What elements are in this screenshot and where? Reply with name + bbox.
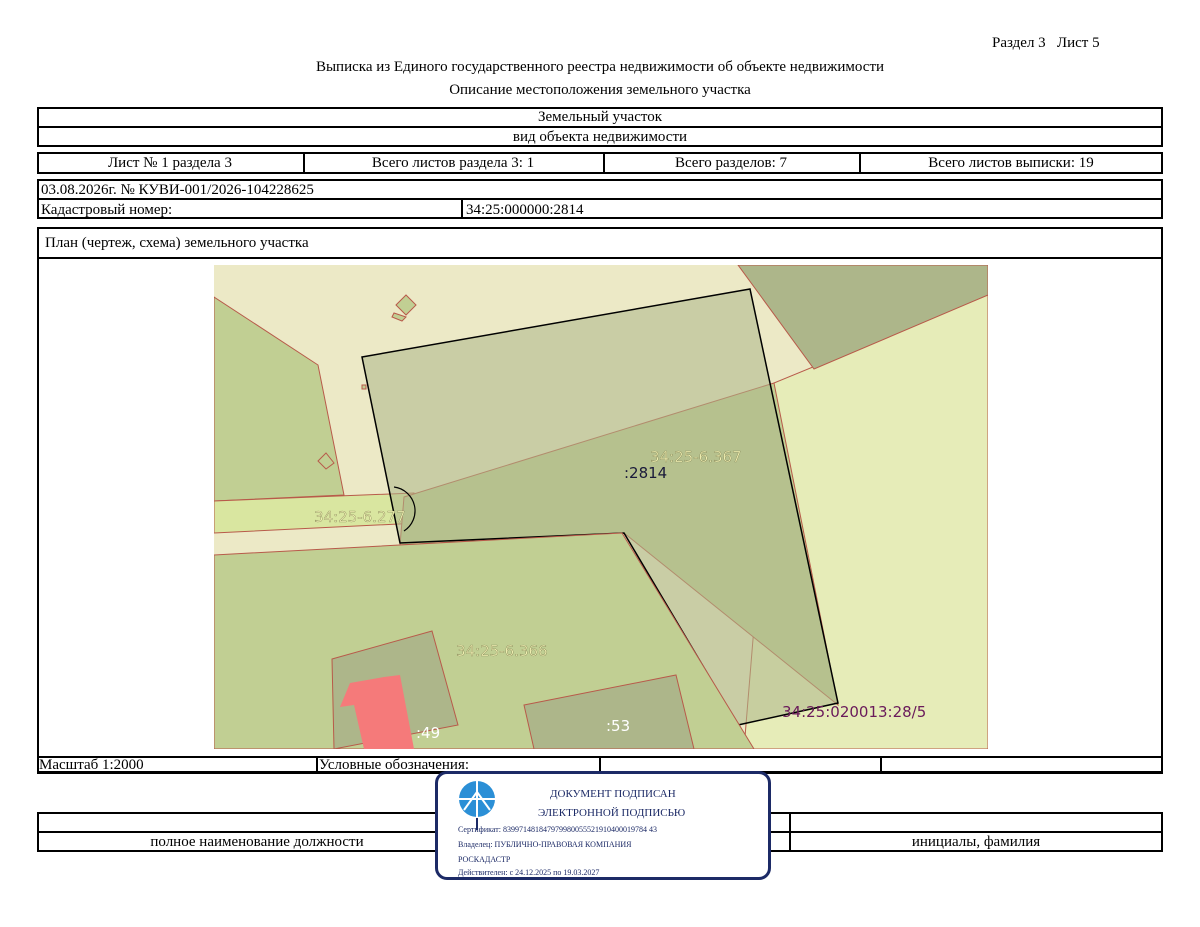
object-type-caption: вид объекта недвижимости: [512, 129, 688, 145]
roscadastr-logo-icon: [458, 780, 496, 818]
total-sections: Всего разделов: 7: [674, 155, 788, 171]
label-parcel-49: :49: [416, 724, 440, 742]
stamp-owner-2: РОСКАДАСТР: [458, 855, 511, 864]
label-zone-366: 34:25-6.366: [456, 642, 548, 660]
e-signature-stamp: ДОКУМЕНТ ПОДПИСАН ЭЛЕКТРОННОЙ ПОДПИСЬЮ С…: [435, 771, 771, 880]
cadastral-map: 34:25-6.367 :2814 34:25-6.277 34:25-6.36…: [214, 265, 988, 749]
section-sheet: Раздел 3 Лист 5: [992, 35, 1100, 51]
cadastral-value: 34:25:000000:2814: [466, 202, 584, 218]
cadastral-map-svg: 34:25-6.367 :2814 34:25-6.277 34:25-6.36…: [214, 265, 988, 749]
total-sheets-extract: Всего листов выписки: 19: [928, 155, 1094, 171]
label-parcel-53: :53: [606, 717, 630, 735]
total-sheets-section: Всего листов раздела 3: 1: [371, 155, 535, 171]
stamp-line2: ЭЛЕКТРОННОЙ ПОДПИСЬЮ: [538, 807, 686, 819]
stamp-certificate: Сертификат: 8399714818479799800555219104…: [458, 825, 657, 834]
document-subtitle: Описание местоположения земельного участ…: [449, 82, 751, 98]
document-title: Выписка из Единого государственного реес…: [315, 59, 885, 75]
scale-label: Масштаб 1:2000: [39, 757, 144, 773]
sheet-of-section: Лист № 1 раздела 3: [108, 155, 232, 171]
label-parcel-2814: :2814: [624, 464, 667, 482]
record-date-number: 03.08.2026г. № КУВИ-001/2026-104228625: [41, 182, 314, 198]
label-zone-277: 34:25-6.277: [314, 508, 406, 526]
position-caption: полное наименование должности: [150, 834, 364, 850]
stamp-validity: Действителен: с 24.12.2025 по 19.03.2027: [458, 868, 600, 877]
stamp-owner: Владелец: ПУБЛИЧНО-ПРАВОВАЯ КОМПАНИЯ: [458, 840, 632, 849]
small-object: [361, 384, 367, 390]
stamp-line1: ДОКУМЕНТ ПОДПИСАН: [550, 788, 676, 800]
cadastral-label: Кадастровый номер:: [41, 202, 173, 218]
object-type-value: Земельный участок: [537, 109, 663, 125]
name-caption: инициалы, фамилия: [911, 834, 1041, 850]
label-parcel-28-5: 34:25:020013:28/5: [782, 703, 926, 721]
plan-title: План (чертеж, схема) земельного участка: [45, 235, 309, 251]
